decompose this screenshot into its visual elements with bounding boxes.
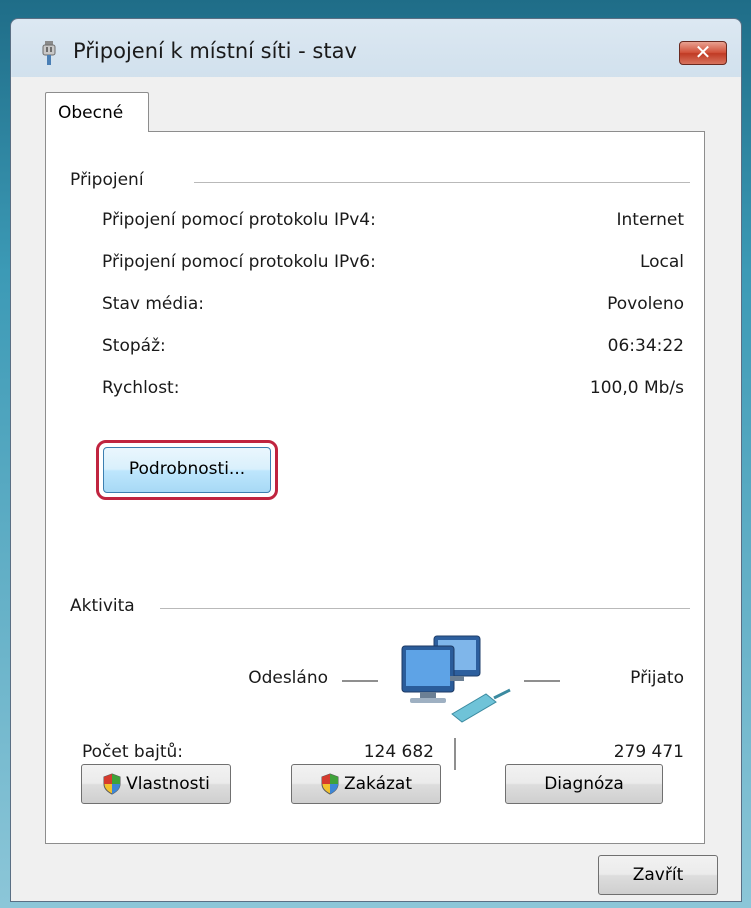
sent-dash: [342, 680, 378, 682]
connection-group-divider: [194, 182, 690, 183]
title-bar[interactable]: Připojení k místní síti - stav ✕: [11, 19, 741, 77]
status-dialog: Připojení k místní síti - stav ✕ Obecné …: [10, 18, 742, 902]
received-label: Přijato: [630, 668, 684, 688]
tab-panel-general: Připojení Připojení pomocí protokolu IPv…: [45, 131, 705, 844]
uac-shield-icon: [321, 773, 339, 795]
duration-label: Stopáž:: [102, 336, 166, 356]
dialog-client-area: Obecné Připojení Připojení pomocí protok…: [11, 77, 741, 901]
bytes-divider: [454, 738, 456, 770]
close-icon: ✕: [694, 40, 712, 64]
disable-button-label: Zakázat: [343, 774, 413, 794]
ipv4-label: Připojení pomocí protokolu IPv4:: [102, 210, 376, 230]
ipv6-value: Local: [639, 252, 684, 272]
details-button[interactable]: Podrobnosti...: [103, 447, 271, 493]
ipv4-value: Internet: [616, 210, 684, 230]
uac-shield-icon: [103, 773, 121, 795]
speed-value: 100,0 Mb/s: [589, 378, 684, 398]
connection-group-heading: Připojení: [70, 170, 144, 190]
speed-label: Rychlost:: [102, 378, 180, 398]
sent-label: Odesláno: [248, 668, 328, 688]
disable-button[interactable]: Zakázat: [291, 764, 441, 804]
bytes-sent-value: 124 682: [363, 742, 434, 762]
diagnose-button[interactable]: Diagnóza: [505, 764, 663, 804]
ipv6-label: Připojení pomocí protokolu IPv6:: [102, 252, 376, 272]
duration-value: 06:34:22: [607, 336, 684, 356]
media-state-label: Stav média:: [102, 294, 205, 314]
properties-button[interactable]: Vlastnosti: [81, 764, 231, 804]
activity-group-divider: [160, 608, 690, 609]
tab-general-label: Obecné: [58, 103, 124, 123]
properties-button-label: Vlastnosti: [126, 774, 210, 794]
close-button-label: Zavřít: [632, 865, 684, 885]
diagnose-button-label: Diagnóza: [544, 774, 624, 794]
received-dash: [524, 680, 560, 682]
media-state-value: Povoleno: [607, 294, 684, 314]
close-window-button[interactable]: ✕: [679, 40, 727, 65]
bytes-label: Počet bajtů:: [82, 742, 184, 762]
bytes-received-value: 279 471: [613, 742, 684, 762]
activity-group-heading: Aktivita: [70, 596, 135, 616]
network-computers-icon: [401, 635, 511, 723]
close-button[interactable]: Zavřít: [598, 855, 718, 895]
network-cable-icon: [42, 41, 56, 65]
tab-general[interactable]: Obecné: [45, 92, 149, 132]
window-title: Připojení k místní síti - stav: [73, 39, 357, 63]
